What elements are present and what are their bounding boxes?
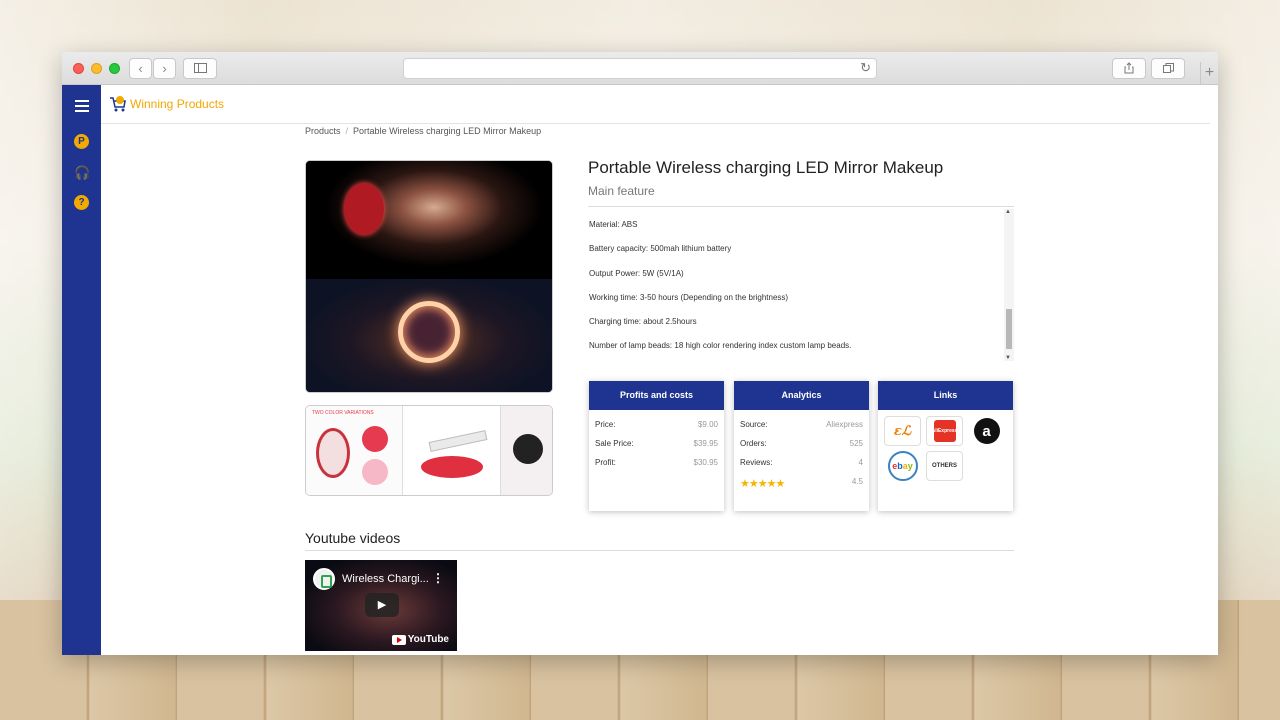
alibaba-logo-icon: ɛℒ bbox=[893, 423, 912, 439]
feature-item: Number of lamp beads: 18 high color rend… bbox=[589, 341, 852, 350]
amazon-link[interactable]: a bbox=[968, 416, 1005, 446]
breadcrumb-products-link[interactable]: Products bbox=[305, 126, 341, 136]
amazon-logo-icon: a bbox=[973, 418, 1000, 444]
aliexpress-link[interactable]: AliExpress bbox=[926, 416, 963, 446]
feature-item: Charging time: about 2.5hours bbox=[589, 317, 697, 326]
links-card: Links ɛℒ AliExpress a ebay OTHERS bbox=[878, 381, 1013, 511]
scrollbar-thumb[interactable] bbox=[1006, 309, 1012, 349]
youtube-logo[interactable]: YouTube bbox=[391, 634, 449, 645]
close-window-button[interactable] bbox=[73, 63, 84, 74]
ebay-logo-icon: ebay bbox=[887, 451, 918, 481]
chevron-left-icon: ‹ bbox=[138, 61, 143, 76]
minimize-window-button[interactable] bbox=[91, 63, 102, 74]
play-button[interactable]: ▶ bbox=[365, 593, 399, 617]
thumbnail-lifestyle[interactable] bbox=[501, 406, 552, 495]
reviews-row: Reviews: 4 bbox=[740, 458, 863, 467]
analytics-card: Analytics Source: Aliexpress Orders: 525 R… bbox=[734, 381, 869, 511]
orders-row: Orders: 525 bbox=[740, 439, 863, 448]
share-button[interactable] bbox=[1112, 58, 1146, 79]
menu-icon[interactable] bbox=[75, 100, 89, 115]
price-row: Price: $9.00 bbox=[595, 420, 718, 429]
brand-name: Winning Products bbox=[130, 97, 225, 111]
more-options-icon[interactable]: ⋮ bbox=[432, 571, 444, 585]
others-link[interactable]: OTHERS bbox=[926, 451, 963, 481]
profits-card: Profits and costs Price: $9.00 Sale Price… bbox=[589, 381, 724, 511]
breadcrumb: Products / Portable Wireless charging LED … bbox=[305, 126, 542, 136]
thumbnail-charging-pad[interactable] bbox=[403, 406, 501, 495]
chevron-right-icon: › bbox=[162, 61, 167, 76]
youtube-play-icon bbox=[391, 634, 406, 645]
sale-price-row: Sale Price: $39.95 bbox=[595, 439, 718, 448]
product-main-image[interactable] bbox=[305, 160, 553, 393]
forward-button[interactable]: › bbox=[153, 58, 176, 79]
headphones-icon[interactable]: 🎧 bbox=[74, 165, 90, 180]
browser-titlebar: ‹ › ↻ + bbox=[62, 52, 1218, 85]
feature-item: Material: ABS bbox=[589, 220, 638, 229]
sidebar-toggle-button[interactable] bbox=[183, 58, 217, 79]
new-tab-button[interactable]: + bbox=[1200, 62, 1218, 85]
product-subtitle: Main feature bbox=[588, 184, 655, 198]
feature-item: Output Power: 5W (5V/1A) bbox=[589, 269, 684, 278]
source-row: Source: Aliexpress bbox=[740, 420, 863, 429]
zoom-window-button[interactable] bbox=[109, 63, 120, 74]
analytics-card-title: Analytics bbox=[734, 381, 869, 410]
help-icon[interactable]: ? bbox=[74, 195, 89, 210]
product-title: Portable Wireless charging LED Mirror Ma… bbox=[588, 158, 944, 177]
rating-row: ★★★★★ 4.5 bbox=[740, 477, 863, 490]
profit-row: Profit: $30.95 bbox=[595, 458, 718, 467]
reload-icon[interactable]: ↻ bbox=[860, 60, 871, 76]
links-card-title: Links bbox=[878, 381, 1013, 410]
sidebar-toggle-icon bbox=[193, 63, 207, 73]
profits-card-title: Profits and costs bbox=[589, 381, 724, 410]
divider bbox=[305, 550, 1014, 551]
address-bar[interactable]: ↻ bbox=[403, 58, 877, 79]
scroll-down-icon[interactable]: ▼ bbox=[1005, 355, 1011, 361]
alibaba-link[interactable]: ɛℒ bbox=[884, 416, 921, 446]
youtube-section-title: Youtube videos bbox=[305, 530, 401, 546]
divider bbox=[588, 206, 1014, 207]
tabs-overview-button[interactable] bbox=[1151, 58, 1185, 79]
browser-window: ‹ › ↻ + P 🎧 ? Winning Products Products … bbox=[62, 52, 1218, 655]
top-bar: Winning Products bbox=[101, 85, 1210, 124]
channel-avatar[interactable] bbox=[313, 568, 335, 590]
tabs-icon bbox=[1162, 63, 1174, 73]
thumbnail-color-variations[interactable]: TWO COLOR VARIATIONS bbox=[306, 406, 403, 495]
brand-logo[interactable]: Winning Products bbox=[109, 95, 224, 113]
aliexpress-logo-icon: AliExpress bbox=[932, 420, 957, 442]
cart-logo-icon bbox=[110, 96, 126, 112]
ebay-link[interactable]: ebay bbox=[884, 451, 921, 481]
star-rating-icon: ★★★★★ bbox=[740, 478, 785, 490]
marketplace-links: ɛℒ AliExpress a ebay OTHERS bbox=[878, 410, 1013, 487]
p-badge-icon[interactable]: P bbox=[74, 134, 89, 149]
video-title[interactable]: Wireless Chargi... bbox=[342, 573, 429, 585]
breadcrumb-current: Portable Wireless charging LED Mirror Ma… bbox=[353, 126, 542, 136]
feature-item: Battery capacity: 500mah lithium battery bbox=[589, 244, 732, 253]
feature-scrollbar[interactable]: ▲ ▼ bbox=[1004, 209, 1014, 361]
feature-list[interactable]: Material: ABS Battery capacity: 500mah l… bbox=[588, 209, 1014, 361]
sidebar: P 🎧 ? bbox=[62, 85, 101, 655]
back-button[interactable]: ‹ bbox=[129, 58, 152, 79]
app-root: P 🎧 ? Winning Products Products / Portable… bbox=[62, 85, 1218, 655]
scroll-up-icon[interactable]: ▲ bbox=[1005, 209, 1011, 215]
youtube-video-embed[interactable]: Wireless Chargi... ⋮ ▶ YouTube bbox=[305, 560, 457, 651]
product-thumbnail-strip[interactable]: TWO COLOR VARIATIONS bbox=[305, 405, 553, 496]
feature-item: Working time: 3-50 hours (Depending on t… bbox=[589, 293, 789, 302]
share-icon bbox=[1124, 62, 1134, 74]
